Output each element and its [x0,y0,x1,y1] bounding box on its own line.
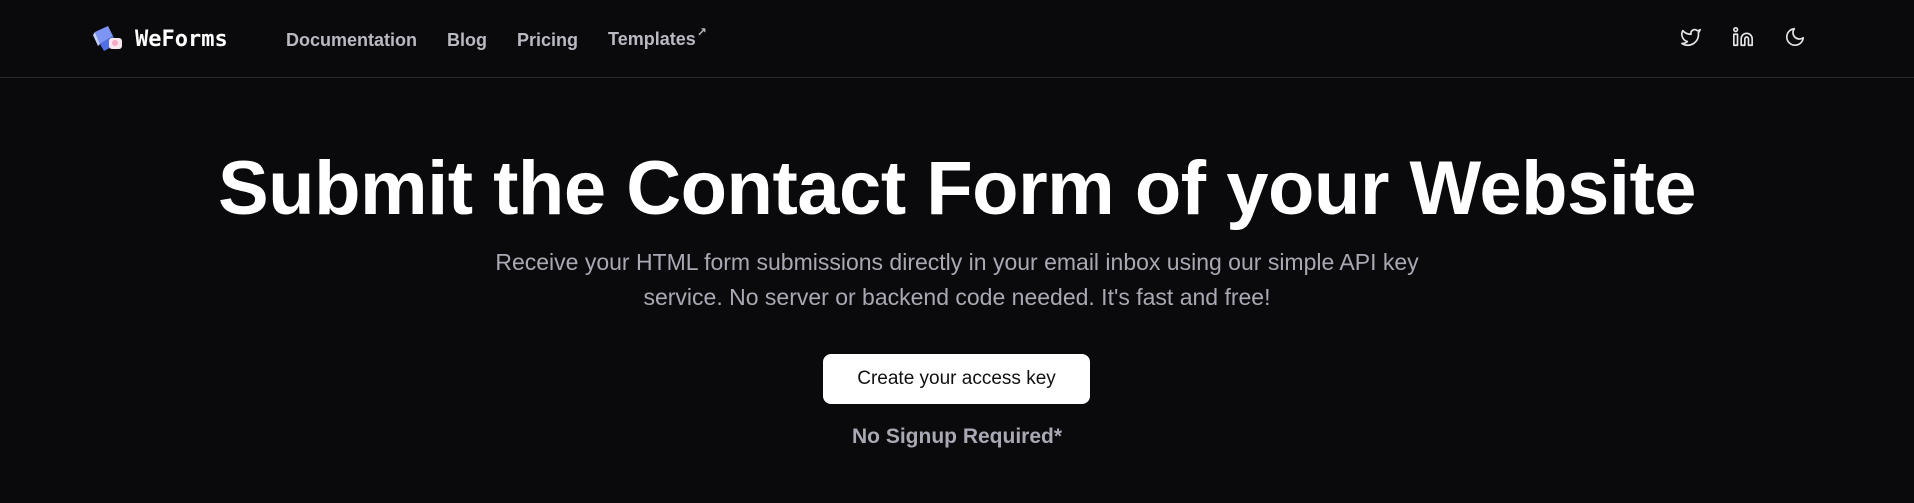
twitter-icon [1681,28,1701,47]
moon-icon [1785,27,1805,47]
no-signup-note: No Signup Required* [852,425,1062,448]
nav-templates-label: Templates [608,29,696,49]
linkedin-link[interactable] [1732,26,1754,48]
external-link-icon: ↗ [696,25,707,39]
hero-subtitle: Receive your HTML form submissions direc… [495,249,1419,310]
nav-documentation[interactable]: Documentation [286,28,417,52]
twitter-link[interactable] [1680,26,1702,48]
brand-logo-link[interactable]: WeForms [91,22,228,56]
create-access-key-button[interactable]: Create your access key [823,354,1090,404]
main-nav: Documentation Blog Pricing Templates↗ [286,25,736,53]
linkedin-icon [1733,27,1753,47]
nav-templates[interactable]: Templates↗ [608,25,707,53]
nav-blog[interactable]: Blog [447,28,487,52]
nav-pricing[interactable]: Pricing [517,28,578,52]
header-actions [1680,26,1806,48]
brand-name: WeForms [135,26,228,52]
logo-icon [93,26,122,51]
theme-toggle[interactable] [1784,26,1806,48]
site-header: WeForms Documentation Blog Pricing Templ… [0,0,1914,78]
hero-title: Submit the Contact Form of your Website [217,146,1697,231]
